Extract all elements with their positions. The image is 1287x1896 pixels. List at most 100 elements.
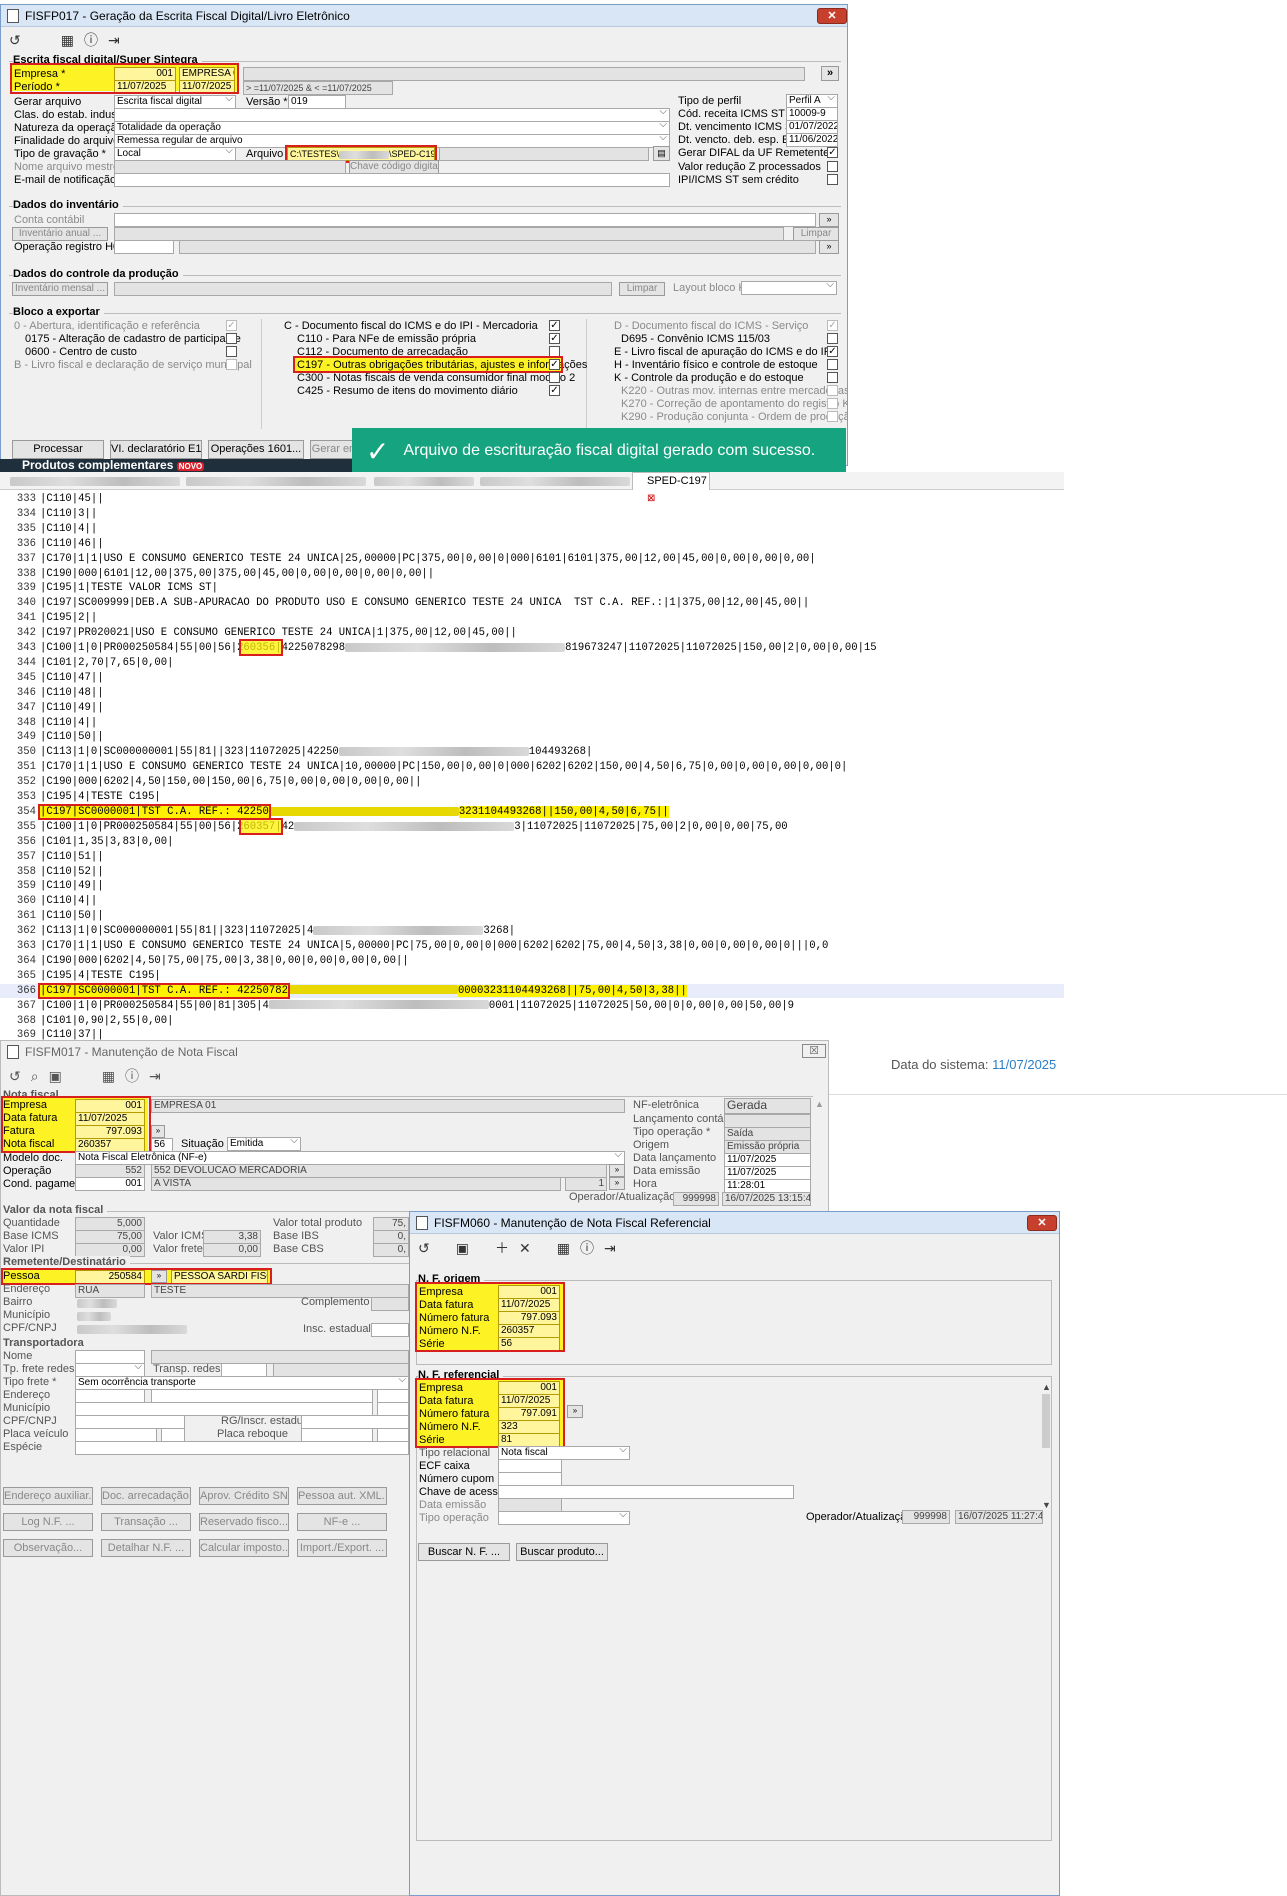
calcular-imposto-button[interactable]: Calcular imposto... [199, 1539, 289, 1557]
code-line[interactable]: 363 |C170|1|1|USO E CONSUMO GENERICO TEST… [0, 939, 1064, 953]
placa-veiculo-field[interactable] [75, 1428, 157, 1442]
exit-icon[interactable]: ⇥ [108, 32, 120, 49]
dt-vencto-field[interactable]: 11/06/2022 [786, 133, 838, 147]
bloco-c425-checkbox[interactable]: ✓ [549, 385, 560, 396]
data-lancamento-field[interactable]: 11/07/2025 [724, 1153, 811, 1167]
code-line[interactable]: 358 |C110|52|| [0, 865, 1064, 879]
scroll-down-icon[interactable]: ▼ [1042, 1500, 1052, 1510]
code-line[interactable]: 345 |C110|47|| [0, 671, 1064, 685]
tipo-frete-select[interactable]: Sem ocorrência transporte [75, 1376, 409, 1390]
op-h020-field[interactable] [114, 240, 174, 254]
tipo-gravacao-select[interactable]: Local [114, 147, 236, 161]
scrollbar[interactable]: ▲ ▼ [1042, 1382, 1052, 1512]
bloco-h-checkbox[interactable] [827, 359, 838, 370]
close-button[interactable]: ☒ [802, 1044, 826, 1058]
bloco-e-checkbox[interactable]: ✓ [827, 346, 838, 357]
code-line[interactable]: 369 |C110|37|| [0, 1028, 1064, 1040]
operacao-lookup-button[interactable]: » [609, 1164, 625, 1177]
help-icon[interactable]: ⓘ [580, 1238, 594, 1258]
bloco-c300-checkbox[interactable] [549, 372, 560, 383]
code-line[interactable]: 356 |C101|1,35|3,83|0,00| [0, 835, 1064, 849]
refresh-icon[interactable]: ↺ [9, 1068, 21, 1085]
editor-tab-active[interactable]: SPED-C197 ⊠ [632, 472, 710, 504]
detalhar-nf-button[interactable]: Detalhar N.F. ... [101, 1539, 191, 1557]
transp-endereco-field[interactable] [75, 1389, 145, 1403]
conta-lookup-button[interactable]: » [819, 213, 839, 227]
pessoa-aut-xml-button[interactable]: Pessoa aut. XML... [297, 1487, 387, 1505]
insc-estadual-field[interactable] [371, 1323, 409, 1337]
cond-lookup-button[interactable]: » [609, 1177, 625, 1190]
calendar-icon[interactable]: ▦ [557, 1240, 570, 1257]
code-line[interactable]: 367 |C100|1|0|PR000250584|55|00|81|305|4 0… [0, 999, 1064, 1013]
code-line[interactable]: 337 |C170|1|1|USO E CONSUMO GENERICO TEST… [0, 552, 1064, 566]
endereco-auxiliar-button[interactable]: Endereço auxiliar... [3, 1487, 93, 1505]
save-icon[interactable]: ▣ [456, 1240, 469, 1257]
placa-reboque-field[interactable] [301, 1428, 373, 1442]
code-line[interactable]: 366 |C197|SC0000001|TST C.A. REF.: 422507… [0, 982, 1064, 999]
fatura-lookup-button[interactable]: » [151, 1125, 165, 1138]
refresh-icon[interactable]: ↺ [9, 32, 21, 49]
tipo-operacao-select[interactable] [498, 1511, 630, 1525]
scroll-up-icon[interactable]: ▲ [1042, 1382, 1052, 1392]
observacao-button[interactable]: Observação... [3, 1539, 93, 1557]
transp-municipio-2[interactable] [377, 1402, 409, 1416]
op-h020-lookup-button[interactable]: » [819, 240, 839, 254]
valor-reducao-checkbox[interactable] [827, 161, 838, 172]
code-line[interactable]: 354 |C197|SC0000001|TST C.A. REF.: 42250 3… [0, 803, 1064, 820]
placa-reboque-uf[interactable] [377, 1428, 409, 1442]
dt-venc-field[interactable]: 01/07/2022 [786, 120, 838, 134]
code-line[interactable]: 343 |C100|1|0|PR000250584|55|00|56|260356… [0, 641, 1064, 655]
situacao-select[interactable]: Emitida [227, 1137, 301, 1151]
cond-pagamento-field[interactable]: 001 [75, 1177, 145, 1191]
log-nf-button[interactable]: Log N.F. ... [3, 1513, 93, 1531]
fatura-lookup-button[interactable]: » [567, 1405, 583, 1418]
code-line[interactable]: 339 |C195|1|TESTE VALOR ICMS ST| [0, 581, 1064, 595]
versao-field[interactable]: 019 [288, 95, 346, 109]
code-line[interactable]: 365 |C195|4|TESTE C195| [0, 969, 1064, 983]
import-export-button[interactable]: Import./Export. ... [297, 1539, 387, 1557]
help-icon[interactable]: ⓘ [125, 1066, 139, 1086]
code-line[interactable]: 341 |C195|2|| [0, 611, 1064, 625]
transp-endereco-2[interactable] [151, 1389, 373, 1403]
search-icon[interactable]: ⌕ [31, 1068, 39, 1085]
clas-select[interactable] [114, 108, 670, 122]
reservado-fisco-button[interactable]: Reservado fisco... [199, 1513, 289, 1531]
ecf-caixa-field[interactable] [498, 1459, 562, 1473]
code-line[interactable]: 336 |C110|46|| [0, 537, 1064, 551]
buscar-produto-button[interactable]: Buscar produto... [516, 1543, 608, 1561]
folder-browse-icon[interactable]: ▤ [653, 146, 670, 161]
numero-cupom-field[interactable] [498, 1472, 562, 1486]
code-line[interactable]: 362 |C113|1|0|SC000000001|55|81||323|1107… [0, 924, 1064, 938]
operacoes-button[interactable]: Operações 1601... [208, 440, 304, 459]
buscar-nf-button[interactable]: Buscar N. F. ... [418, 1543, 510, 1561]
code-line[interactable]: 355 |C100|1|0|PR000250584|55|00|56|260357… [0, 820, 1064, 834]
code-line[interactable]: 340 |C197|SC009999|DEB.A SUB-APURACAO DO … [0, 596, 1064, 610]
serie-field[interactable]: 56 [151, 1138, 173, 1152]
calendar-icon[interactable]: ▦ [61, 32, 74, 49]
scroll-up-icon[interactable]: ▲ [815, 1099, 824, 1109]
transp-municipio-field[interactable] [75, 1402, 373, 1416]
code-line[interactable]: 353 |C195|4|TESTE C195| [0, 790, 1064, 804]
code-line[interactable]: 344 |C101|2,70|7,65|0,00| [0, 656, 1064, 670]
code-line[interactable]: 348 |C110|4|| [0, 716, 1064, 730]
tp-frete-redesp-select[interactable] [75, 1363, 145, 1377]
code-line[interactable]: 346 |C110|48|| [0, 686, 1064, 700]
bloco-k-checkbox[interactable] [827, 372, 838, 383]
limpar-inventario-button[interactable]: Limpar [793, 227, 839, 241]
data-emissao-field[interactable]: 11/07/2025 [724, 1166, 811, 1180]
gerar-arquivo-select[interactable]: Escrita fiscal digital [114, 95, 236, 109]
code-line[interactable]: 364 |C190|000|6202|4,50|75,00|75,00|3,38|… [0, 954, 1064, 968]
code-line[interactable]: 349 |C110|50|| [0, 730, 1064, 744]
hora-field[interactable]: 11:28:01 [724, 1179, 811, 1193]
modelo-select[interactable]: Nota Fiscal Eletrônica (NF-e) [75, 1151, 625, 1165]
exit-icon[interactable]: ⇥ [604, 1240, 616, 1257]
bloco-d695-checkbox[interactable] [827, 333, 838, 344]
nome-field[interactable] [75, 1350, 145, 1364]
code-line[interactable]: 360 |C110|4|| [0, 894, 1064, 908]
code-line[interactable]: 352 |C190|000|6202|4,50|150,00|150,00|6,7… [0, 775, 1064, 789]
code-line[interactable]: 357 |C110|51|| [0, 850, 1064, 864]
nfe-button[interactable]: NF-e ... [297, 1513, 387, 1531]
code-line[interactable]: 338 |C190|000|6101|12,00|375,00|375,00|45… [0, 567, 1064, 581]
vi-declaratorio-button[interactable]: VI. declaratório E115 [110, 440, 202, 459]
especie-field[interactable] [75, 1441, 409, 1455]
